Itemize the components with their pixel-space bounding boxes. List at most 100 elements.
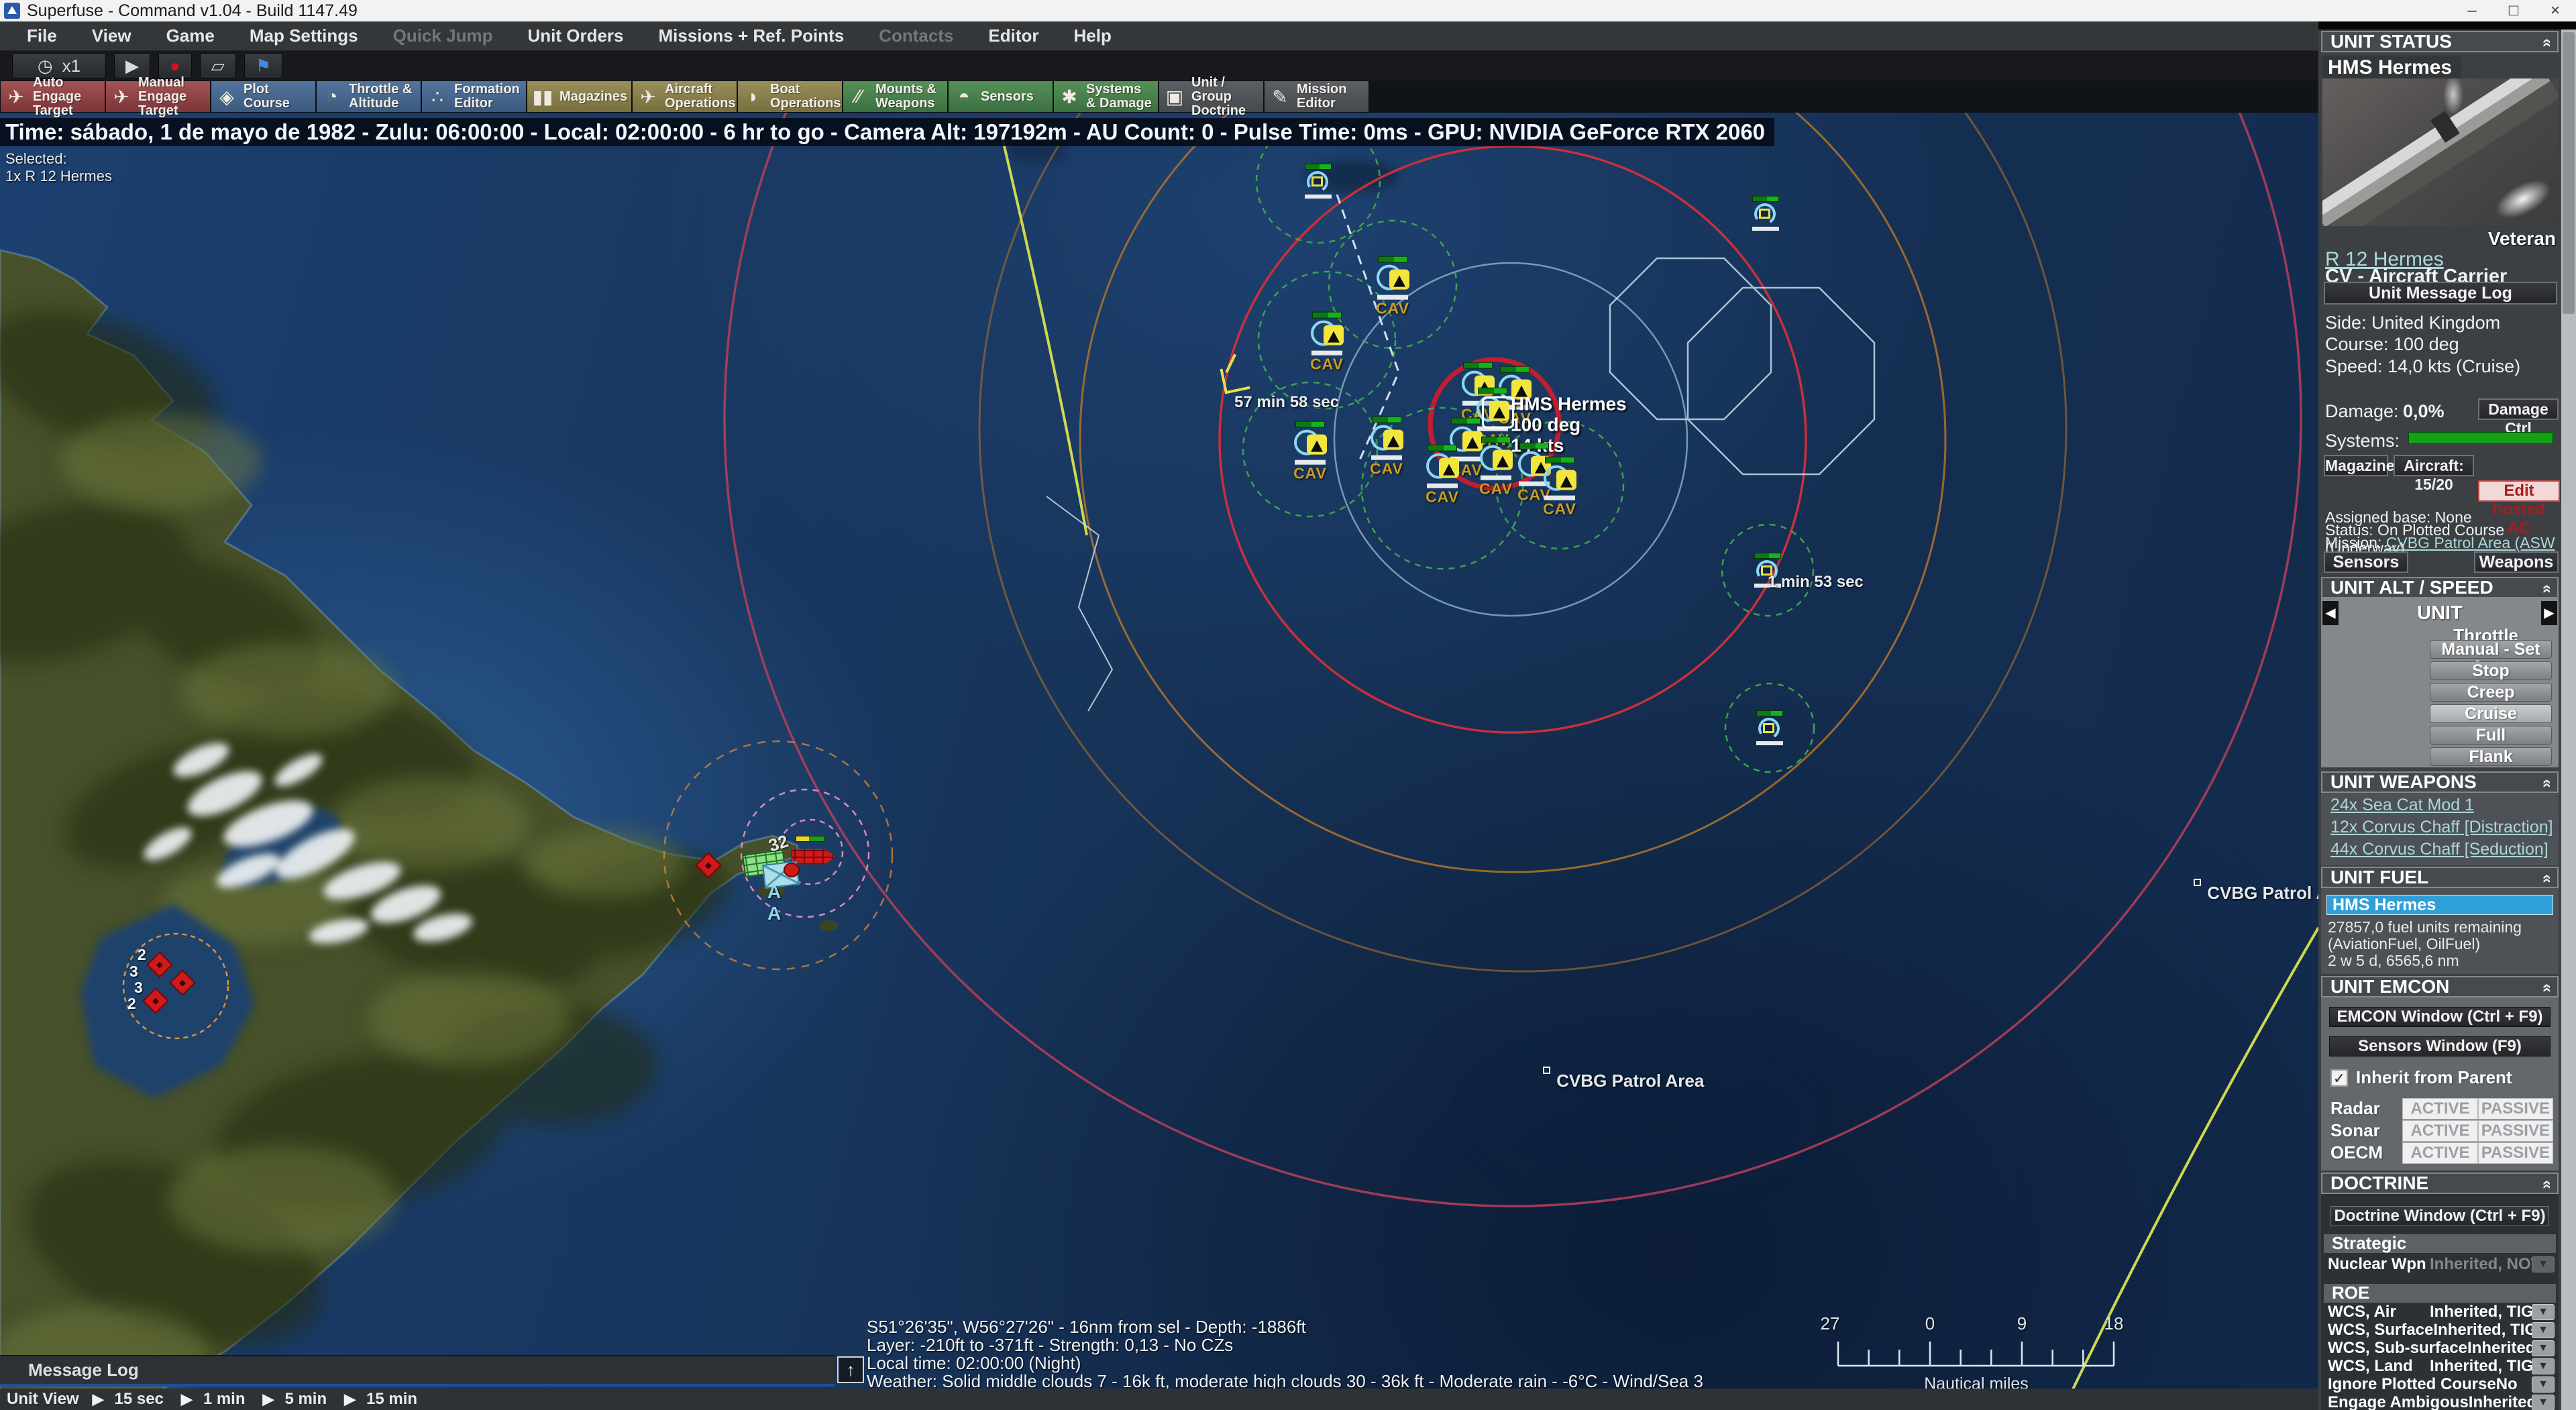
dropdown-chevron-icon[interactable]: ▼ (2532, 1376, 2555, 1393)
ribbon-button[interactable]: ∴ Formation Editor (421, 80, 527, 113)
collapse-chevron-icon[interactable]: » (2536, 779, 2555, 788)
throttle-button[interactable]: Cruise (2430, 704, 2552, 723)
magazines-button[interactable]: Magazines (2324, 455, 2388, 476)
emcon-row: OECM ACTIVE PASSIVE (2330, 1142, 2553, 1164)
doctrine-setting-label: Ignore Plotted Course (2328, 1375, 2496, 1394)
ribbon-button[interactable]: ◔ Throttle & Altitude (316, 80, 421, 113)
inherit-label: Inherit from Parent (2356, 1067, 2512, 1088)
ribbon-button[interactable]: ✈ Manual Engage Target (105, 80, 211, 113)
minimize-button[interactable]: – (2451, 0, 2493, 21)
menu-item[interactable]: Map Settings (232, 25, 376, 46)
ribbon-button[interactable]: ✈ Aircraft Operations (632, 80, 737, 113)
ribbon-button[interactable]: ∕∕ Mounts & Weapons (843, 80, 948, 113)
sensors-window-button[interactable]: Sensors Window (F9) (2329, 1036, 2551, 1056)
weapon-link[interactable]: 24x Sea Cat Mod 1 (2330, 796, 2559, 815)
ribbon-button[interactable]: ▮▮ Magazines (527, 80, 632, 113)
helicopter-unit-symbol[interactable] (1750, 710, 1790, 745)
emcon-active-button[interactable]: ACTIVE (2402, 1120, 2477, 1142)
time-step-button[interactable]: 15 sec (93, 1390, 164, 1409)
emcon-active-button[interactable]: ACTIVE (2402, 1098, 2477, 1120)
doctrine-window-button[interactable]: Doctrine Window (Ctrl + F9) (2330, 1206, 2549, 1226)
air-unit-badge-icon (1311, 176, 1323, 186)
weapon-link[interactable]: 12x Corvus Chaff [Distraction] (2330, 818, 2559, 837)
emcon-window-button[interactable]: EMCON Window (Ctrl + F9) (2329, 1007, 2551, 1027)
doctrine-setting-label: Engage Ambigous (2328, 1393, 2469, 1410)
throttle-button[interactable]: Flank (2430, 747, 2552, 766)
tactical-map[interactable]: Time: sábado, 1 de mayo de 1982 - Zulu: … (0, 113, 2318, 1410)
doctrine-row: WCS, Sub-surface Inherited, TIGHT ▼ (2328, 1339, 2555, 1357)
ribbon-button-icon: ✈ (637, 86, 659, 108)
ribbon-button[interactable]: ✱ Systems & Damage (1053, 80, 1159, 113)
message-log-bar[interactable]: Message Log (0, 1355, 835, 1387)
menu-item[interactable]: File (9, 25, 74, 46)
emcon-sensor-label: Sonar (2330, 1120, 2402, 1141)
collapse-chevron-icon[interactable]: » (2536, 983, 2555, 992)
ribbon-button[interactable]: ▣ Unit / Group Doctrine (1159, 80, 1264, 113)
inherit-checkbox[interactable]: ✓ (2330, 1069, 2348, 1087)
fuel-selected-unit[interactable]: HMS Hermes (2326, 895, 2553, 915)
damage-ctrl-button[interactable]: Damage Ctrl (2478, 398, 2559, 420)
time-status-bar: Time: sábado, 1 de mayo de 1982 - Zulu: … (0, 118, 1774, 146)
ribbon-button[interactable]: ✎ Mission Editor (1264, 80, 1369, 113)
throttle-button[interactable]: Creep (2430, 683, 2552, 702)
edit-hosted-ac-button[interactable]: Edit hosted AC (2478, 480, 2560, 502)
ribbon-button[interactable]: ◓ Sensors (948, 80, 1053, 113)
doctrine-header[interactable]: DOCTRINE» (2321, 1173, 2559, 1194)
collapse-chevron-icon[interactable]: » (2536, 874, 2555, 883)
helicopter-unit-symbol[interactable] (1298, 164, 1338, 199)
emcon-active-button[interactable]: ACTIVE (2402, 1142, 2477, 1164)
dropdown-chevron-icon[interactable]: ▼ (2532, 1395, 2555, 1410)
emcon-passive-button[interactable]: PASSIVE (2478, 1098, 2553, 1120)
sidebar-scrollbar[interactable] (2561, 30, 2576, 1410)
close-button[interactable]: × (2534, 0, 2576, 21)
experience-badge: Veteran (2488, 228, 2556, 250)
maximize-button[interactable]: □ (2493, 0, 2534, 21)
aircraft-button[interactable]: Aircraft: 15/20 (2394, 455, 2474, 476)
collapse-chevron-icon[interactable]: » (2536, 584, 2555, 593)
dropdown-chevron-icon[interactable]: ▼ (2532, 1340, 2555, 1356)
unit-fuel-header[interactable]: UNIT FUEL» (2321, 867, 2559, 888)
time-step-button[interactable]: 1 min (181, 1390, 246, 1409)
ribbon-button[interactable]: ◗ Boat Operations (737, 80, 843, 113)
menu-item[interactable]: Editor (971, 25, 1056, 46)
dropdown-chevron-icon[interactable]: ▼ (2532, 1358, 2555, 1374)
menu-item[interactable]: Missions + Ref. Points (641, 25, 862, 46)
unit-message-log-button[interactable]: Unit Message Log (2324, 282, 2557, 305)
ribbon-button[interactable]: ◈ Plot Course (211, 80, 316, 113)
quick-jump-button[interactable]: ⚑ (244, 53, 282, 78)
collapse-chevron-icon[interactable]: » (2536, 38, 2555, 47)
unit-view-label[interactable]: Unit View (0, 1390, 93, 1409)
sensors-button[interactable]: Sensors (2324, 551, 2408, 573)
map-mode-button[interactable]: ▱ (200, 53, 236, 78)
unit-weapons-header[interactable]: UNIT WEAPONS» (2321, 771, 2559, 793)
ribbon-button-label: Boat Operations (770, 83, 841, 111)
unit-status-header[interactable]: UNIT STATUS» (2321, 31, 2559, 52)
emcon-passive-button[interactable]: PASSIVE (2478, 1142, 2553, 1164)
helicopter-unit-symbol[interactable] (1746, 196, 1786, 231)
systems-label: Systems: (2325, 431, 2400, 451)
weapon-link[interactable]: 44x Corvus Chaff [Seduction] (2330, 840, 2559, 859)
fuel-info-line: 2 w 5 d, 6565,6 nm (2328, 953, 2559, 969)
menu-item[interactable]: Quick Jump (376, 25, 511, 46)
unit-emcon-header[interactable]: UNIT EMCON» (2321, 976, 2559, 997)
ribbon-button[interactable]: ✈ Auto Engage Target (0, 80, 105, 113)
dropdown-chevron-icon[interactable]: ▼ (2532, 1304, 2555, 1320)
throttle-button[interactable]: Full (2430, 726, 2552, 745)
dropdown-chevron-icon[interactable]: ▼ (2532, 1322, 2555, 1338)
ribbon-button-label: Manual Engage Target (138, 76, 206, 118)
collapse-chevron-icon[interactable]: » (2536, 1180, 2555, 1189)
menu-item[interactable]: Unit Orders (510, 25, 641, 46)
throttle-button[interactable]: Manual - Set Auto (2430, 640, 2552, 659)
time-step-button[interactable]: 15 min (344, 1390, 417, 1409)
throttle-button[interactable]: Stop (2430, 661, 2552, 680)
menu-item[interactable]: View (74, 25, 149, 46)
expand-info-icon[interactable]: ↑ (837, 1356, 864, 1383)
menu-item[interactable]: Game (149, 25, 232, 46)
helicopter-unit-symbol[interactable]: 1 min 53 sec (1748, 553, 1788, 588)
emcon-passive-button[interactable]: PASSIVE (2478, 1120, 2553, 1142)
menu-item[interactable]: Help (1057, 25, 1129, 46)
menu-item[interactable]: Contacts (861, 25, 971, 46)
weapons-button[interactable]: Weapons (2474, 551, 2559, 573)
time-step-button[interactable]: 5 min (263, 1390, 327, 1409)
unit-alt-speed-header[interactable]: UNIT ALT / SPEED» (2321, 577, 2559, 598)
